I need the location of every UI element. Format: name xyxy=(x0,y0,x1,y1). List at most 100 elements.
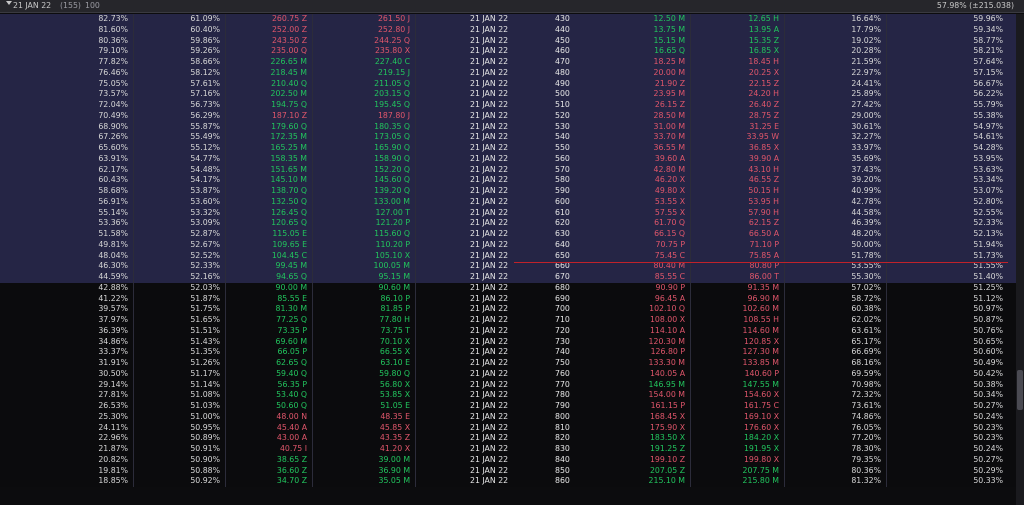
put-bid[interactable]: 126.80 P xyxy=(598,347,691,358)
put-prob-itm[interactable]: 77.20% xyxy=(784,433,887,444)
put-bid[interactable]: 42.80 M xyxy=(598,164,691,176)
put-prob-itm[interactable]: 37.43% xyxy=(784,164,887,176)
put-bid[interactable]: 36.55 M xyxy=(598,143,691,154)
call-bid[interactable]: 56.35 P xyxy=(225,379,313,391)
put-bid[interactable]: 175.90 X xyxy=(598,422,691,434)
put-prob-touch[interactable]: 54.97% xyxy=(886,122,1008,133)
call-prob-itm[interactable]: 31.91% xyxy=(0,358,134,369)
call-prob-touch[interactable]: 52.67% xyxy=(133,239,226,251)
put-ask[interactable]: 20.25 X xyxy=(690,67,785,79)
call-prob-touch[interactable]: 51.75% xyxy=(133,304,226,315)
expiration-date[interactable]: 21 JAN 22 xyxy=(470,175,540,186)
put-prob-itm[interactable]: 35.69% xyxy=(784,153,887,165)
put-ask[interactable]: 161.75 C xyxy=(690,401,785,412)
put-ask[interactable]: 102.60 M xyxy=(690,304,785,315)
call-bid[interactable]: 243.50 Z xyxy=(225,35,313,47)
put-prob-itm[interactable]: 70.98% xyxy=(784,379,887,391)
put-prob-itm[interactable]: 57.02% xyxy=(784,282,887,294)
call-ask[interactable]: 105.10 X xyxy=(312,250,416,262)
put-prob-touch[interactable]: 53.07% xyxy=(886,186,1008,197)
call-prob-itm[interactable]: 77.82% xyxy=(0,57,134,68)
call-bid[interactable]: 99.45 M xyxy=(225,261,313,272)
expiry-header[interactable]: 21 JAN 22 (155) 100 57.98% (±215.038) xyxy=(0,0,1024,13)
put-ask[interactable]: 140.60 P xyxy=(690,368,785,380)
call-prob-touch[interactable]: 52.52% xyxy=(133,250,226,262)
call-prob-touch[interactable]: 53.32% xyxy=(133,207,226,219)
put-prob-itm[interactable]: 63.61% xyxy=(784,325,887,337)
put-ask[interactable]: 154.60 X xyxy=(690,390,785,401)
call-prob-touch[interactable]: 57.16% xyxy=(133,89,226,100)
call-ask[interactable]: 244.25 Q xyxy=(312,35,416,47)
put-bid[interactable]: 61.70 Q xyxy=(598,218,691,229)
put-bid[interactable]: 168.45 X xyxy=(598,411,691,423)
call-bid[interactable]: 45.40 A xyxy=(225,422,313,434)
call-bid[interactable]: 43.00 A xyxy=(225,433,313,444)
put-bid[interactable]: 199.10 Z xyxy=(598,454,691,466)
put-prob-itm[interactable]: 24.41% xyxy=(784,78,887,90)
put-bid[interactable]: 161.15 P xyxy=(598,401,691,412)
put-bid[interactable]: 215.10 M xyxy=(598,476,691,487)
call-prob-itm[interactable]: 81.60% xyxy=(0,24,134,36)
call-prob-itm[interactable]: 46.30% xyxy=(0,261,134,272)
put-prob-touch[interactable]: 52.13% xyxy=(886,229,1008,240)
put-ask[interactable]: 31.25 E xyxy=(690,121,785,133)
put-bid[interactable]: 207.05 Z xyxy=(598,465,691,477)
call-bid[interactable]: 62.65 Q xyxy=(225,358,313,369)
call-prob-touch[interactable]: 53.09% xyxy=(133,218,226,229)
strike-price[interactable]: 640 xyxy=(555,240,598,251)
put-ask[interactable]: 191.95 X xyxy=(690,444,785,455)
put-ask[interactable]: 207.75 M xyxy=(690,465,785,477)
call-ask[interactable]: 70.10 X xyxy=(312,336,416,348)
call-ask[interactable]: 261.50 J xyxy=(312,14,416,25)
put-ask[interactable]: 16.85 X xyxy=(690,46,785,57)
put-prob-itm[interactable]: 55.30% xyxy=(784,272,887,283)
call-prob-itm[interactable]: 72.04% xyxy=(0,100,134,111)
put-prob-touch[interactable]: 52.55% xyxy=(886,208,1008,219)
call-ask[interactable]: 36.90 M xyxy=(312,465,416,477)
put-prob-itm[interactable]: 50.00% xyxy=(784,239,887,251)
call-ask[interactable]: 35.05 M xyxy=(312,476,416,487)
call-ask[interactable]: 90.60 M xyxy=(312,282,416,294)
table-row[interactable]: 30.50% 51.17% 59.40 Q 59.80 Q 21 JAN 22 7… xyxy=(0,368,1016,380)
table-row[interactable]: 82.73% 61.09% 260.75 Z 261.50 J 21 JAN 2… xyxy=(0,14,1016,25)
put-prob-touch[interactable]: 56.67% xyxy=(886,79,1008,90)
put-prob-touch[interactable]: 55.38% xyxy=(886,111,1008,122)
table-row[interactable]: 24.11% 50.95% 45.40 A 45.85 X 21 JAN 22 8… xyxy=(0,422,1016,434)
expiration-date[interactable]: 21 JAN 22 xyxy=(470,165,540,176)
call-prob-touch[interactable]: 54.17% xyxy=(133,175,226,186)
strike-price[interactable]: 570 xyxy=(555,165,598,176)
put-prob-itm[interactable]: 29.00% xyxy=(784,110,887,122)
put-prob-touch[interactable]: 52.33% xyxy=(886,218,1008,229)
call-prob-touch[interactable]: 53.87% xyxy=(133,186,226,197)
call-prob-touch[interactable]: 55.49% xyxy=(133,132,226,143)
table-row[interactable]: 55.14% 53.32% 126.45 Q 127.00 T 21 JAN 2… xyxy=(0,207,1016,219)
put-bid[interactable]: 57.55 X xyxy=(598,207,691,219)
table-row[interactable]: 60.43% 54.17% 145.10 M 145.60 Q 21 JAN 2… xyxy=(0,175,1016,186)
call-prob-itm[interactable]: 34.86% xyxy=(0,336,134,348)
call-prob-itm[interactable]: 56.91% xyxy=(0,196,134,208)
put-ask[interactable]: 12.65 H xyxy=(690,14,785,25)
call-prob-itm[interactable]: 75.05% xyxy=(0,78,134,90)
put-bid[interactable]: 33.70 M xyxy=(598,132,691,143)
expiration-date[interactable]: 21 JAN 22 xyxy=(470,304,540,315)
strike-price[interactable]: 510 xyxy=(555,100,598,111)
call-prob-touch[interactable]: 51.17% xyxy=(133,368,226,380)
table-row[interactable]: 75.05% 57.61% 210.40 Q 211.05 Q 21 JAN 2… xyxy=(0,78,1016,90)
put-prob-touch[interactable]: 51.12% xyxy=(886,294,1008,305)
strike-price[interactable]: 600 xyxy=(555,197,598,208)
table-row[interactable]: 39.57% 51.75% 81.30 M 81.85 P 21 JAN 22 7… xyxy=(0,304,1016,315)
call-prob-itm[interactable]: 51.58% xyxy=(0,229,134,240)
table-row[interactable]: 53.36% 53.09% 120.65 Q 121.20 P 21 JAN 2… xyxy=(0,218,1016,229)
call-bid[interactable]: 235.00 Q xyxy=(225,46,313,57)
call-prob-touch[interactable]: 50.89% xyxy=(133,433,226,444)
put-prob-touch[interactable]: 51.40% xyxy=(886,272,1008,283)
put-ask[interactable]: 86.00 T xyxy=(690,272,785,283)
table-row[interactable]: 33.37% 51.35% 66.05 P 66.55 X 21 JAN 22 7… xyxy=(0,347,1016,358)
strike-price[interactable]: 500 xyxy=(555,89,598,100)
call-ask[interactable]: 139.20 Q xyxy=(312,186,416,197)
call-bid[interactable]: 260.75 Z xyxy=(225,14,313,25)
call-bid[interactable]: 40.75 I xyxy=(225,444,313,455)
expiration-date[interactable]: 21 JAN 22 xyxy=(470,100,540,111)
put-bid[interactable]: 70.75 P xyxy=(598,239,691,251)
strike-price[interactable]: 670 xyxy=(555,272,598,283)
